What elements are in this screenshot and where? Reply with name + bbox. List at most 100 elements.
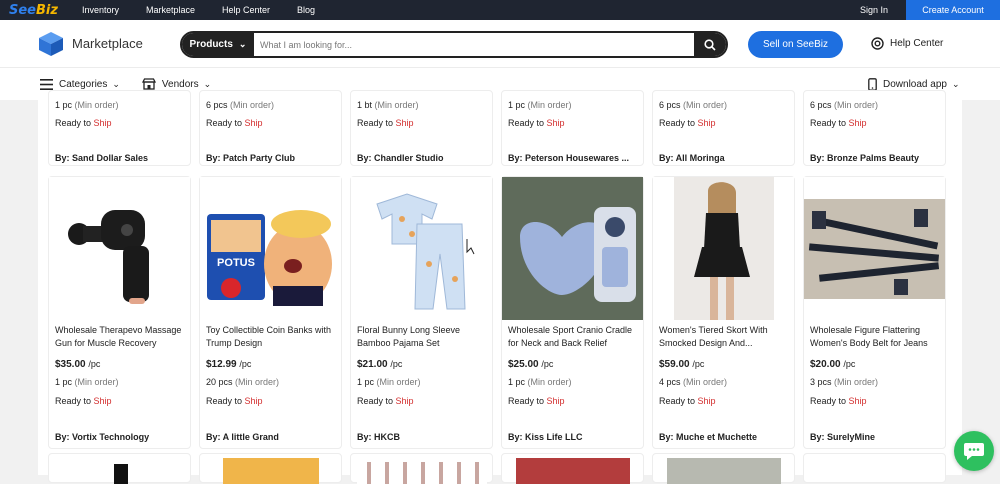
vendor-name[interactable]: By: HKCB <box>357 432 400 442</box>
ready-to-ship: Ready to Ship <box>357 396 414 406</box>
product-card[interactable]: 1 pc (Min order) Ready to Ship By: Sand … <box>48 90 191 166</box>
product-card[interactable] <box>48 453 191 484</box>
hamburger-icon <box>40 78 53 90</box>
product-image-partial <box>516 458 630 484</box>
product-card[interactable]: 6 pcs (Min order) Ready to Ship By: All … <box>652 90 795 166</box>
min-order: 4 pcs (Min order) <box>659 377 728 387</box>
vendors-menu[interactable]: Vendors ⌄ <box>141 78 212 90</box>
product-title[interactable]: Floral Bunny Long Sleeve Bamboo Pajama S… <box>357 324 491 350</box>
download-app-label: Download app <box>883 78 947 90</box>
marketplace-cube-icon <box>39 31 63 56</box>
massage-gun-graphic <box>67 210 149 304</box>
nav-help-center[interactable]: Help Center <box>222 5 270 15</box>
product-image-partial <box>667 458 781 484</box>
logo-biz-text: Biz <box>36 2 58 18</box>
product-card[interactable]: 6 pcs (Min order) Ready to Ship By: Bron… <box>803 90 946 166</box>
product-image-partial <box>357 462 487 484</box>
ready-to-ship: Ready to Ship <box>810 396 867 406</box>
search-bar: Products ⌄ <box>180 31 728 58</box>
product-title[interactable]: Wholesale Therapevo Massage Gun for Musc… <box>55 324 189 350</box>
nav-marketplace[interactable]: Marketplace <box>146 5 195 15</box>
nav-blog[interactable]: Blog <box>297 5 315 15</box>
vendor-name[interactable]: By: Patch Party Club <box>206 153 295 163</box>
vendor-name[interactable]: By: Sand Dollar Sales <box>55 153 148 163</box>
massage-gun-image[interactable] <box>49 177 190 320</box>
search-category-label: Products <box>189 39 233 50</box>
product-card[interactable] <box>652 453 795 484</box>
seebiz-logo[interactable]: See Biz <box>9 3 58 18</box>
cranio-cradle-image[interactable] <box>502 177 643 320</box>
ready-to-ship: Ready to Ship <box>206 396 263 406</box>
chevron-down-icon: ⌄ <box>203 78 212 89</box>
vendor-name[interactable]: By: Bronze Palms Beauty <box>810 153 919 163</box>
vendor-name[interactable]: By: Chandler Studio <box>357 153 444 163</box>
vendor-name[interactable]: By: All Moringa <box>659 153 725 163</box>
product-card[interactable]: Wholesale Figure Flattering Women's Body… <box>803 176 946 449</box>
product-card[interactable]: POTUS Toy Collectible Coin Banks with Tr… <box>199 176 342 449</box>
vendor-name[interactable]: By: Vortix Technology <box>55 432 149 442</box>
product-card[interactable]: 1 pc (Min order) Ready to Ship By: Peter… <box>501 90 644 166</box>
product-card[interactable] <box>350 453 493 484</box>
search-input[interactable] <box>254 33 694 56</box>
product-card[interactable] <box>501 453 644 484</box>
min-order: 1 pc (Min order) <box>508 100 572 110</box>
min-order: 1 pc (Min order) <box>55 100 119 110</box>
ready-to-ship: Ready to Ship <box>55 118 112 128</box>
nav-inventory[interactable]: Inventory <box>82 5 119 15</box>
search-button[interactable] <box>694 33 726 56</box>
skort-graphic <box>673 177 774 320</box>
product-card[interactable]: Women's Tiered Skort With Smocked Design… <box>652 176 795 449</box>
coin-bank-image[interactable]: POTUS <box>200 177 341 320</box>
product-grid: 1 pc (Min order) Ready to Ship By: Sand … <box>38 90 962 484</box>
min-order: 1 bt (Min order) <box>357 100 419 110</box>
product-card[interactable]: 6 pcs (Min order) Ready to Ship By: Patc… <box>199 90 342 166</box>
create-account-button[interactable]: Create Account <box>906 0 1000 20</box>
ready-to-ship: Ready to Ship <box>206 118 263 128</box>
min-order: 6 pcs (Min order) <box>810 100 879 110</box>
vendor-name[interactable]: By: Muche et Muchette <box>659 432 757 442</box>
product-price: $35.00 /pc <box>55 359 101 370</box>
ready-to-ship: Ready to Ship <box>508 118 565 128</box>
categories-menu[interactable]: Categories ⌄ <box>40 78 120 90</box>
min-order: 3 pcs (Min order) <box>810 377 879 387</box>
search-icon <box>704 38 716 51</box>
product-card[interactable]: Wholesale Sport Cranio Cradle for Neck a… <box>501 176 644 449</box>
vendor-name[interactable]: By: Peterson Housewares ... <box>508 153 629 163</box>
product-title[interactable]: Wholesale Sport Cranio Cradle for Neck a… <box>508 324 642 350</box>
help-center-link[interactable]: Help Center <box>871 37 943 50</box>
pajama-graphic <box>375 192 474 309</box>
ready-to-ship: Ready to Ship <box>508 396 565 406</box>
product-title[interactable]: Women's Tiered Skort With Smocked Design… <box>659 324 793 350</box>
min-order: 6 pcs (Min order) <box>206 100 275 110</box>
product-price: $20.00 /pc <box>810 359 856 370</box>
ready-to-ship: Ready to Ship <box>357 118 414 128</box>
product-title[interactable]: Toy Collectible Coin Banks with Trump De… <box>206 324 340 350</box>
product-title[interactable]: Wholesale Figure Flattering Women's Body… <box>810 324 944 350</box>
vendor-name[interactable]: By: A little Grand <box>206 432 279 442</box>
live-chat-button[interactable] <box>954 431 994 471</box>
chevron-down-icon: ⌄ <box>238 39 247 49</box>
ready-to-ship: Ready to Ship <box>810 118 867 128</box>
product-card[interactable]: Wholesale Therapevo Massage Gun for Musc… <box>48 176 191 449</box>
coin-bank-graphic: POTUS <box>207 210 332 306</box>
skort-image[interactable] <box>653 177 794 320</box>
download-app-menu[interactable]: Download app ⌄ <box>868 77 960 91</box>
lifebuoy-icon <box>871 37 884 50</box>
body-belt-image[interactable] <box>804 177 945 320</box>
ready-to-ship: Ready to Ship <box>659 118 716 128</box>
vendor-name[interactable]: By: Kiss Life LLC <box>508 432 583 442</box>
product-card[interactable] <box>199 453 342 484</box>
sell-on-seebiz-button[interactable]: Sell on SeeBiz <box>748 31 843 58</box>
chevron-down-icon: ⌄ <box>951 78 960 89</box>
search-category-select[interactable]: Products ⌄ <box>182 33 254 56</box>
main-header: Marketplace Products ⌄ Sell on SeeBiz He… <box>0 20 1000 68</box>
pajama-set-image[interactable] <box>351 177 492 320</box>
product-card[interactable] <box>803 453 946 483</box>
phone-icon <box>868 77 877 91</box>
product-card[interactable]: 1 bt (Min order) Ready to Ship By: Chand… <box>350 90 493 166</box>
product-card[interactable]: Floral Bunny Long Sleeve Bamboo Pajama S… <box>350 176 493 449</box>
vendor-name[interactable]: By: SurelyMine <box>810 432 875 442</box>
sign-in-link[interactable]: Sign In <box>860 5 888 15</box>
top-nav: Inventory Marketplace Help Center Blog <box>82 5 342 15</box>
min-order: 1 pc (Min order) <box>357 377 421 387</box>
